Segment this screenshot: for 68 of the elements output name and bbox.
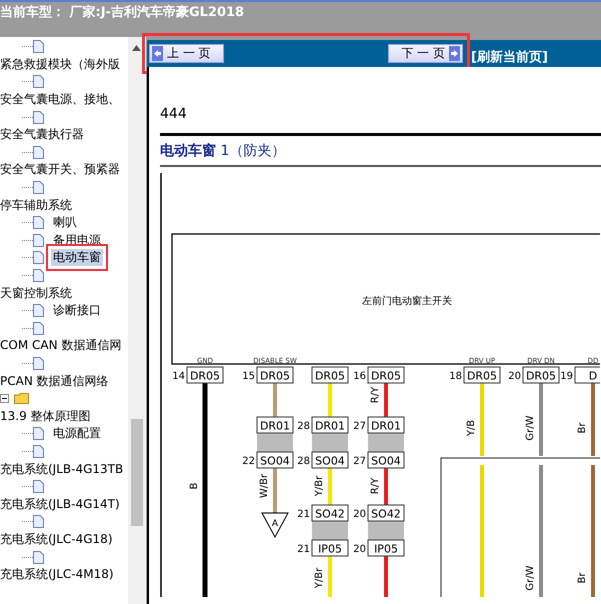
tree-item[interactable]: 安全气囊电源、接地、 <box>0 91 120 108</box>
tree-item[interactable]: PCAN 数据通信网络 <box>0 372 109 390</box>
tree-item[interactable]: 电动车窗 <box>51 249 103 266</box>
connector-box: DR01 <box>368 416 404 434</box>
connector-box: SO04 <box>368 452 404 468</box>
pin-number: 27 <box>353 421 366 432</box>
connector-box: D <box>574 366 600 384</box>
pin-number: 19 <box>560 371 573 382</box>
tree-item[interactable]: 停车辅助系统 <box>0 196 72 214</box>
refresh-link[interactable]: [刷新当前页] <box>471 48 548 66</box>
pin-number: 16 <box>353 371 366 382</box>
connector-box: DR05 <box>186 366 224 384</box>
connector-box: DR01 <box>256 416 294 434</box>
tree-item[interactable]: 喇叭 <box>51 214 79 232</box>
connector-box: SO42 <box>312 504 348 522</box>
tree-item[interactable]: 诊断接口 <box>51 302 103 320</box>
wire-label: Y/Br <box>314 568 325 588</box>
connector-box: IP05 <box>368 540 404 556</box>
tree-item[interactable]: 紧急救援模块（海外版 <box>0 56 120 73</box>
wire-label: Gr/W <box>525 415 536 441</box>
connector-box: DR05 <box>522 366 560 384</box>
wire-label: R/Y <box>370 478 381 494</box>
wire-label: W/Br <box>259 474 270 498</box>
tree-item[interactable]: 13.9 整体原理图 <box>0 408 91 425</box>
wire-label: B <box>189 482 200 490</box>
pin-number: 28 <box>297 421 310 432</box>
connector-box: SO42 <box>368 504 404 522</box>
pin-number: 14 <box>172 371 185 382</box>
tree-item[interactable]: 电源配置 <box>51 425 103 442</box>
wire-label: Y/Br <box>314 476 325 496</box>
tree-item[interactable]: COM CAN 数据通信网 <box>0 337 122 354</box>
pin-number: 20 <box>353 544 366 555</box>
pin-number: 27 <box>353 456 366 467</box>
wire-label: Y/B <box>466 420 477 436</box>
tree-item[interactable]: 安全气囊开关、预紧器 <box>0 161 120 178</box>
previous-page-button[interactable]: 上 一 页 <box>149 44 224 63</box>
wire-label: Br <box>577 572 588 584</box>
pin-number: 20 <box>353 509 366 520</box>
tree-item[interactable]: 安全气囊执行器 <box>0 126 84 144</box>
connector-box: DR05 <box>312 366 348 384</box>
wire-label: R/Y <box>370 386 381 404</box>
pin-number: 20 <box>508 371 521 382</box>
tree-item[interactable]: 充电系统(JLB-4G14T) <box>0 496 120 513</box>
component-label: 左前门电动窗主开关 <box>362 296 452 307</box>
pin-number: 18 <box>449 371 462 382</box>
tree-item[interactable]: 充电系统(JLC-4G18) <box>0 530 112 548</box>
connector-box: DR05 <box>256 366 294 384</box>
connector-box: IP05 <box>312 540 348 556</box>
tree-item[interactable]: 充电系统(JLC-4M18) <box>0 566 114 584</box>
connector-box: SO04 <box>312 452 348 468</box>
connector-box: DR05 <box>368 366 404 384</box>
pin-number: 28 <box>297 456 310 467</box>
tree-item[interactable]: 充电系统(JLB-4G13TB <box>0 460 124 478</box>
page-number: 444 <box>160 106 188 122</box>
connector-box: SO04 <box>256 452 294 468</box>
connector-box: DR01 <box>312 416 348 434</box>
pin-number: 21 <box>297 509 310 520</box>
window-title: 当前车型： 厂家:J-吉利汽车帝豪GL2018 <box>0 4 244 21</box>
tree-item[interactable]: 天窗控制系统 <box>0 284 72 302</box>
next-page-button[interactable]: 下 一 页 <box>388 44 463 63</box>
pin-number: 22 <box>242 456 255 467</box>
connector-box: DR05 <box>464 366 500 384</box>
diagram-title: 电动车窗 1（防夹） <box>160 142 286 160</box>
pin-number: 21 <box>297 544 310 555</box>
pin-number: 15 <box>242 371 255 382</box>
wire-label: Br <box>577 422 588 434</box>
wire-label: Gr/W <box>525 565 536 591</box>
terminal-marker: A <box>261 512 289 538</box>
